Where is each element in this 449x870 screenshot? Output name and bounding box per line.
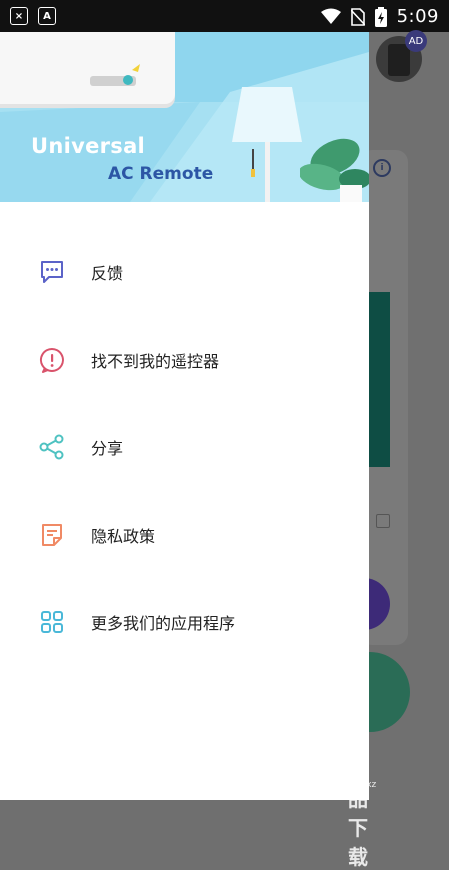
watermark-text: 精品下载 (348, 758, 368, 869)
wifi-icon (320, 8, 341, 24)
apps-grid-icon (38, 608, 66, 636)
notification-shield-icon: × (10, 7, 28, 25)
no-sim-icon (350, 7, 365, 26)
menu-item-share[interactable]: 分享 (0, 415, 369, 479)
banner-title-ac-remote: AC Remote (108, 164, 214, 184)
menu-item-label: 反馈 (91, 264, 124, 283)
menu-item-label: 找不到我的遥控器 (91, 352, 220, 371)
plant-illustration (300, 138, 369, 202)
menu-item-label: 分享 (91, 439, 124, 458)
watermark-logo-icon (303, 749, 341, 787)
menu-item-find-remote[interactable]: 找不到我的遥控器 (0, 328, 369, 392)
drawer-banner: Universal AC Remote (0, 32, 369, 202)
notification-font-icon: A (38, 7, 56, 25)
menu-item-privacy-policy[interactable]: 隐私政策 (0, 503, 369, 567)
banner-title-universal: Universal (31, 134, 146, 158)
privacy-icon (38, 521, 66, 549)
battery-charging-icon (374, 6, 387, 27)
ad-badge: AD (405, 30, 427, 52)
background-checkbox[interactable] (376, 514, 390, 528)
menu-item-feedback[interactable]: 反馈 (0, 240, 369, 304)
navigation-drawer: Universal AC Remote 反馈 找不到我的遥控器 分享 隐私政策 … (0, 32, 369, 800)
menu-item-more-apps[interactable]: 更多我们的应用程序 (0, 590, 369, 654)
status-bar: × A 5:09 (0, 0, 449, 32)
info-icon[interactable]: i (373, 159, 391, 177)
share-icon (38, 433, 66, 461)
alert-icon (38, 346, 66, 374)
menu-item-label: 更多我们的应用程序 (91, 614, 236, 633)
feedback-icon (38, 258, 66, 286)
watermark-subtext: jpxz (358, 780, 377, 790)
air-conditioner-illustration (0, 32, 175, 104)
menu-item-label: 隐私政策 (91, 527, 156, 546)
clock: 5:09 (396, 6, 439, 27)
